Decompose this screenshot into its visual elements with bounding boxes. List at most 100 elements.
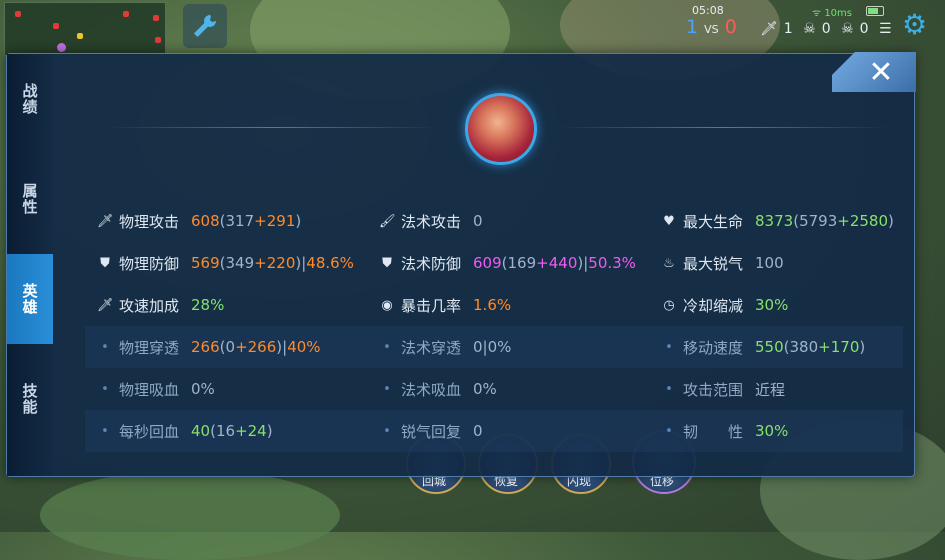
swift-blade-icon: 🗡 [97,297,114,313]
stats-row: 🗡 攻速加成 28% ◉ 暴击几率 1.6% ◷ 冷却缩减 30% [89,284,899,326]
kda-display: 🗡 1 ☠ 0 ☠ 0 ☰ [760,21,898,37]
divider-right [559,127,889,128]
physical-pen-value: 266(0+266)|40% [191,338,321,356]
physical-pen-bonus: 266 [247,338,277,356]
minimap[interactable] [4,2,166,56]
physical-defense-percent: 48.6% [306,254,354,272]
physical-pen-total: 266 [191,338,220,356]
max-hp-value: 8373(5793+2580) [755,212,894,230]
physical-attack-value: 608(317+291) [191,212,302,230]
physical-defense-value: 569(349+220)|48.6% [191,254,354,272]
close-button[interactable]: ✕ [832,52,916,92]
hero-stats-panel: 战绩 属性 英雄 技能 ✕ 🗡 物理攻击 608(317+291) 🖌 法术攻击… [6,52,916,477]
wrench-icon [194,15,216,37]
attack-range-stat: • 攻击范围 近程 [661,368,785,410]
assist-icon: ☠ [841,21,854,37]
stats-row: ⛊ 物理防御 569(349+220)|48.6% ⛊ 法术防御 609(169… [89,242,899,284]
target-icon: ◉ [381,297,393,313]
physical-defense-stat: ⛊ 物理防御 569(349+220)|48.6% [97,242,354,284]
cooldown-value: 30% [755,296,789,314]
magic-lifesteal-label: 法术吸血 [401,380,462,399]
physical-attack-base: 317 [225,212,255,230]
hp-regen-total: 40 [191,422,211,440]
magic-pen-stat: • 法术穿透 0|0% [379,326,511,368]
max-hp-total: 8373 [755,212,794,230]
deaths-count: 0 [821,21,831,37]
hp-regen-value: 40(16+24) [191,422,273,440]
max-hp-base: 5793 [799,212,838,230]
physical-defense-label: 物理防御 [119,254,180,273]
list-icon[interactable]: ☰ [879,21,892,37]
wand-icon: 🖌 [379,213,396,229]
skull-icon: ☠ [803,21,816,37]
move-speed-stat: • 移动速度 550(380+170) [661,326,865,368]
tab-skills[interactable]: 技能 [7,354,53,444]
bullet-icon: • [101,339,109,355]
magic-attack-value: 0 [473,212,483,230]
minimap-marker [53,23,59,29]
divider-left [107,127,437,128]
max-hp-label: 最大生命 [683,212,744,231]
magic-attack-label: 法术攻击 [401,212,462,231]
assists-count: 0 [859,21,869,37]
max-energy-stat: ♨ 最大锐气 100 [661,242,784,284]
move-speed-base: 380 [789,338,819,356]
cooldown-stat: ◷ 冷却缩减 30% [661,284,788,326]
physical-pen-label: 物理穿透 [119,338,180,357]
max-energy-value: 100 [755,254,784,272]
max-hp-stat: ♥ 最大生命 8373(5793+2580) [661,200,894,242]
physical-attack-label: 物理攻击 [119,212,180,231]
hp-regen-label: 每秒回血 [119,422,180,441]
physical-defense-bonus: 220 [266,254,296,272]
minimap-marker [123,11,129,17]
move-speed-label: 移动速度 [683,338,744,357]
attack-speed-value: 28% [191,296,225,314]
bullet-icon: • [383,339,391,355]
max-hp-bonus: 2580 [849,212,889,230]
attack-speed-label: 攻速加成 [119,296,180,315]
move-speed-total: 550 [755,338,784,356]
score-blue: 1 [686,16,699,38]
team-score: 1 VS 0 [686,16,737,38]
magic-lifesteal-stat: • 法术吸血 0% [379,368,497,410]
stats-row: • 物理吸血 0% • 法术吸血 0% • 攻击范围 近程 [89,368,899,410]
energy-regen-value: 0 [473,422,483,440]
minimap-marker [77,33,83,39]
max-energy-label: 最大锐气 [683,254,744,273]
gear-icon[interactable]: ⚙ [902,8,927,41]
wrench-settings-button[interactable] [183,4,227,48]
minimap-marker [155,37,161,43]
panel-sidebar: 战绩 属性 英雄 技能 [7,54,53,476]
minimap-marker [15,11,21,17]
score-red: 0 [724,16,737,38]
clock-icon: ◷ [663,297,675,313]
bullet-icon: • [383,423,391,439]
flame-icon: ♨ [663,255,675,271]
crit-rate-value: 1.6% [473,296,512,314]
shield-icon: ⛊ [100,255,110,271]
cooldown-label: 冷却缩减 [683,296,744,315]
bullet-icon: • [101,381,109,397]
kills-count: 1 [783,21,793,37]
stats-row: • 每秒回血 40(16+24) • 锐气回复 0 • 韧 性 30% [85,410,903,452]
physical-lifesteal-stat: • 物理吸血 0% [97,368,215,410]
tenacity-value: 30% [755,422,789,440]
wifi-icon: ᯤ [812,8,825,19]
physical-pen-stat: • 物理穿透 266(0+266)|40% [97,326,321,368]
magic-defense-stat: ⛊ 法术防御 609(169+440)|50.3% [379,242,636,284]
hero-portrait-avatar [465,93,537,165]
tenacity-stat: • 韧 性 30% [661,410,788,452]
stats-row: • 物理穿透 266(0+266)|40% • 法术穿透 0|0% • 移动速度… [85,326,903,368]
tab-attributes[interactable]: 属性 [7,154,53,244]
magic-defense-bonus: 440 [548,254,578,272]
physical-pen-percent: 40% [287,338,321,356]
battery-icon [866,6,884,16]
magic-pen-value: 0|0% [473,338,512,356]
tab-hero[interactable]: 英雄 [7,254,53,344]
move-speed-bonus: 170 [830,338,860,356]
bullet-icon: • [665,423,673,439]
physical-attack-total: 608 [191,212,220,230]
tab-record[interactable]: 战绩 [7,54,53,144]
physical-lifesteal-value: 0% [191,380,215,398]
bullet-icon: • [383,381,391,397]
